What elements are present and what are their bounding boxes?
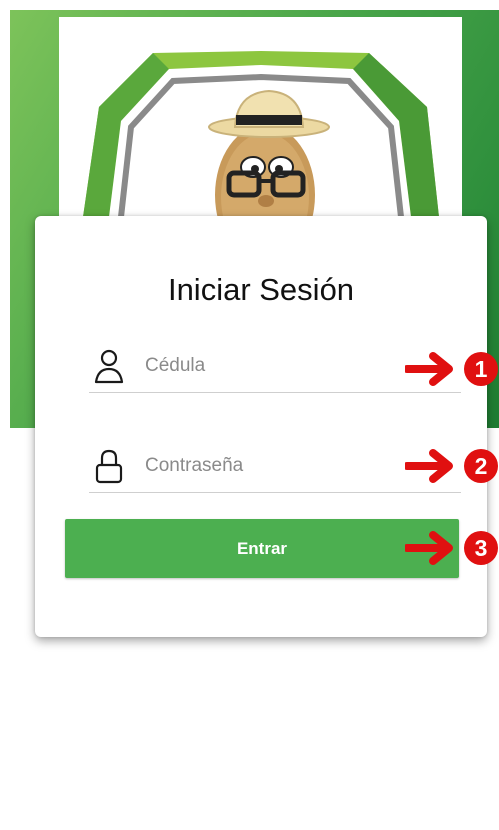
callout-number: 3 bbox=[475, 535, 488, 561]
mascot-logo bbox=[83, 51, 439, 217]
arrow-right-icon bbox=[405, 449, 453, 483]
login-title: Iniciar Sesión bbox=[167, 272, 355, 307]
callout-number: 1 bbox=[475, 356, 488, 382]
username-input[interactable] bbox=[145, 348, 445, 384]
callout-2: 2 bbox=[405, 449, 498, 483]
logo-panel bbox=[59, 17, 462, 217]
lock-icon bbox=[95, 449, 123, 484]
user-icon bbox=[94, 349, 124, 384]
callout-number: 2 bbox=[475, 453, 488, 479]
arrow-right-icon bbox=[405, 531, 453, 565]
password-input[interactable] bbox=[145, 448, 445, 484]
submit-button[interactable]: Entrar bbox=[65, 519, 459, 578]
callout-1: 1 bbox=[405, 352, 498, 386]
arrow-right-icon bbox=[405, 352, 453, 386]
callout-3: 3 bbox=[405, 531, 498, 565]
